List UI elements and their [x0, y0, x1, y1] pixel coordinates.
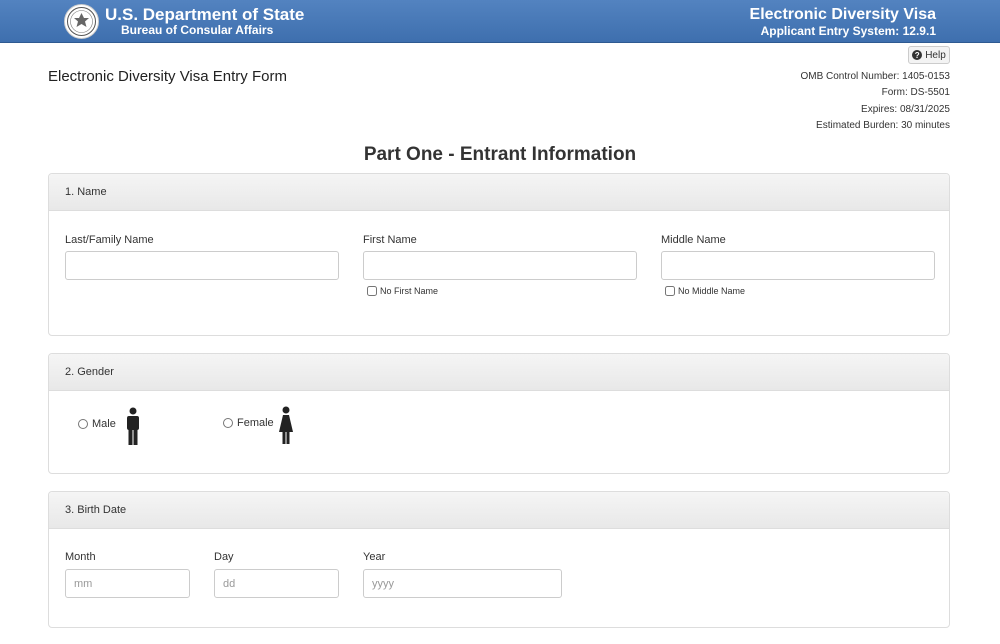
form-title: Electronic Diversity Visa Entry Form [48, 68, 287, 85]
name-panel: 1. Name Last/Family Name First Name No F… [48, 173, 950, 336]
month-label: Month [65, 551, 96, 563]
help-button[interactable]: ? Help [908, 46, 950, 64]
birth-date-panel: 3. Birth Date Month Day Year [48, 491, 950, 628]
male-figure-icon [127, 407, 139, 445]
male-radio-option[interactable]: Male [78, 418, 116, 430]
no-first-name-label: No First Name [380, 286, 439, 296]
last-name-input[interactable] [65, 251, 339, 280]
male-label: Male [92, 418, 116, 430]
female-radio[interactable] [223, 418, 233, 428]
middle-name-input[interactable] [661, 251, 935, 280]
part-heading: Part One - Entrant Information [363, 144, 637, 165]
female-radio-option[interactable]: Female [223, 417, 274, 429]
system-version: Applicant Entry System: 12.9.1 [760, 24, 936, 38]
birth-date-panel-heading: 3. Birth Date [49, 492, 949, 529]
no-first-name-checkbox[interactable]: No First Name [367, 286, 438, 296]
first-name-label: First Name [363, 234, 417, 246]
no-middle-name-checkbox[interactable]: No Middle Name [665, 286, 745, 296]
department-seal-icon [64, 4, 99, 39]
omb-control-number: OMB Control Number: 1405-0153 [800, 71, 950, 82]
day-label: Day [214, 551, 234, 563]
system-title: Electronic Diversity Visa [749, 6, 936, 23]
male-radio[interactable] [78, 419, 88, 429]
gender-panel-heading: 2. Gender [49, 354, 949, 391]
form-expiration: Expires: 08/31/2025 [861, 104, 950, 115]
name-panel-heading: 1. Name [49, 174, 949, 211]
female-label: Female [237, 417, 274, 429]
no-middle-name-label: No Middle Name [678, 286, 746, 296]
department-title: U.S. Department of State [105, 5, 305, 24]
estimated-burden: Estimated Burden: 30 minutes [816, 120, 950, 131]
female-figure-icon [279, 406, 293, 444]
form-number: Form: DS-5501 [881, 87, 950, 98]
help-label: Help [925, 49, 946, 61]
year-label: Year [363, 551, 386, 563]
day-input[interactable] [214, 569, 339, 598]
gender-panel: 2. Gender Male Female [48, 353, 950, 474]
no-first-name-checkbox-box[interactable] [367, 286, 377, 296]
year-input[interactable] [363, 569, 562, 598]
last-name-label: Last/Family Name [65, 234, 154, 246]
first-name-input[interactable] [363, 251, 637, 280]
month-input[interactable] [65, 569, 190, 598]
site-header: U.S. Department of State Bureau of Consu… [0, 0, 1000, 43]
question-icon: ? [912, 50, 923, 60]
bureau-subtitle: Bureau of Consular Affairs [121, 23, 274, 37]
middle-name-label: Middle Name [661, 234, 726, 246]
no-middle-name-checkbox-box[interactable] [665, 286, 675, 296]
